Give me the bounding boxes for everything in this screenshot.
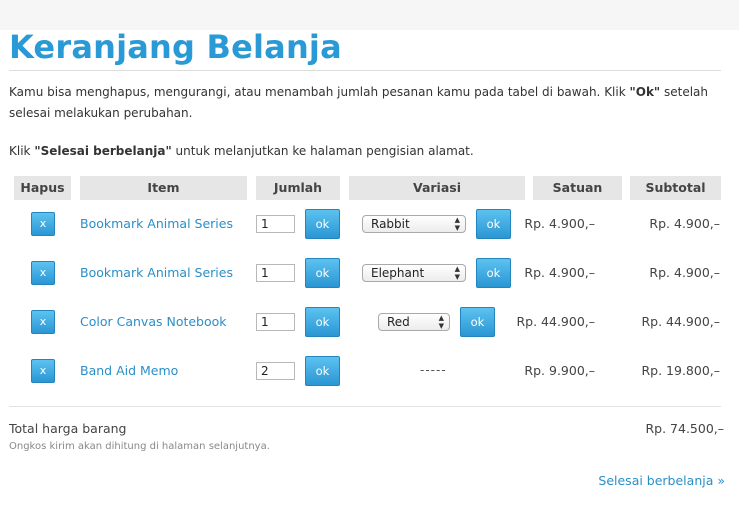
delete-button[interactable]: x (31, 310, 55, 334)
select-arrows-icon: ▲ ▼ (454, 265, 460, 281)
unit-price: Rp. 4.900,– (524, 216, 595, 231)
table-row: x Band Aid Memo ok ----- Rp. 9.900,– Rp.… (0, 347, 739, 396)
variant-ok-button[interactable]: ok (460, 307, 495, 337)
item-link[interactable]: Bookmark Animal Series (80, 216, 233, 231)
total-value: Rp. 74.500,– (645, 421, 724, 436)
top-bar (0, 0, 739, 30)
header-hapus: Hapus (14, 176, 71, 200)
quantity-input[interactable] (256, 313, 295, 331)
variant-select[interactable]: Elephant ▲ ▼ (362, 264, 466, 282)
quantity-ok-button[interactable]: ok (305, 209, 340, 239)
header-satuan: Satuan (533, 176, 622, 200)
variant-select-value: Elephant (371, 266, 425, 280)
item-link[interactable]: Bookmark Animal Series (80, 265, 233, 280)
table-row: x Bookmark Animal Series ok Elephant ▲▼ … (0, 249, 739, 298)
subtotal: Rp. 19.800,– (641, 363, 720, 378)
unit-price: Rp. 44.900,– (516, 314, 595, 329)
shipping-note: Ongkos kirim akan dihitung di halaman se… (9, 441, 270, 452)
subtotal: Rp. 44.900,– (641, 314, 720, 329)
delete-button[interactable]: x (31, 212, 55, 236)
variant-select-value: Red (387, 315, 410, 329)
variant-select[interactable]: Rabbit ▲ ▼ (362, 215, 466, 233)
select-arrows-icon: ▲ ▼ (438, 314, 444, 330)
subtotal: Rp. 4.900,– (649, 216, 720, 231)
unit-price: Rp. 9.900,– (524, 363, 595, 378)
delete-button[interactable]: x (31, 359, 55, 383)
unit-price: Rp. 4.900,– (524, 265, 595, 280)
intro-bold-ok: "Ok" (629, 85, 661, 99)
intro2-bold-finish: "Selesai berbelanja" (34, 144, 172, 158)
no-variant-placeholder: ----- (420, 363, 447, 377)
title-divider (9, 70, 721, 71)
total-label: Total harga barang (9, 421, 127, 436)
variant-ok-button[interactable]: ok (476, 258, 511, 288)
item-link[interactable]: Band Aid Memo (80, 363, 178, 378)
select-arrows-icon: ▲ ▼ (454, 216, 460, 232)
total-divider (9, 406, 721, 407)
header-jumlah: Jumlah (256, 176, 340, 200)
variant-ok-button[interactable]: ok (476, 209, 511, 239)
item-link[interactable]: Color Canvas Notebook (80, 314, 227, 329)
intro-paragraph: Kamu bisa menghapus, mengurangi, atau me… (9, 82, 725, 124)
quantity-input[interactable] (256, 215, 295, 233)
intro-paragraph-2: Klik "Selesai berbelanja" untuk melanjut… (9, 141, 474, 162)
intro-text-1: Kamu bisa menghapus, mengurangi, atau me… (9, 85, 630, 99)
table-row: x Bookmark Animal Series ok Rabbit ▲▼ ok… (0, 200, 739, 249)
intro2-text-2: untuk melanjutkan ke halaman pengisian a… (171, 144, 474, 158)
header-item: Item (80, 176, 247, 200)
table-row: x Color Canvas Notebook ok Red ▲▼ ok Rp.… (0, 298, 739, 347)
variant-select[interactable]: Red ▲ ▼ (378, 313, 450, 331)
header-variasi: Variasi (349, 176, 525, 200)
finish-shopping-link[interactable]: Selesai berbelanja » (598, 473, 725, 488)
quantity-ok-button[interactable]: ok (305, 356, 340, 386)
quantity-input[interactable] (256, 362, 295, 380)
variant-select-value: Rabbit (371, 217, 410, 231)
header-subtotal: Subtotal (630, 176, 721, 200)
quantity-ok-button[interactable]: ok (305, 307, 340, 337)
delete-button[interactable]: x (31, 261, 55, 285)
subtotal: Rp. 4.900,– (649, 265, 720, 280)
intro2-text-1: Klik (9, 144, 35, 158)
quantity-ok-button[interactable]: ok (305, 258, 340, 288)
page-title: Keranjang Belanja (9, 28, 342, 66)
quantity-input[interactable] (256, 264, 295, 282)
